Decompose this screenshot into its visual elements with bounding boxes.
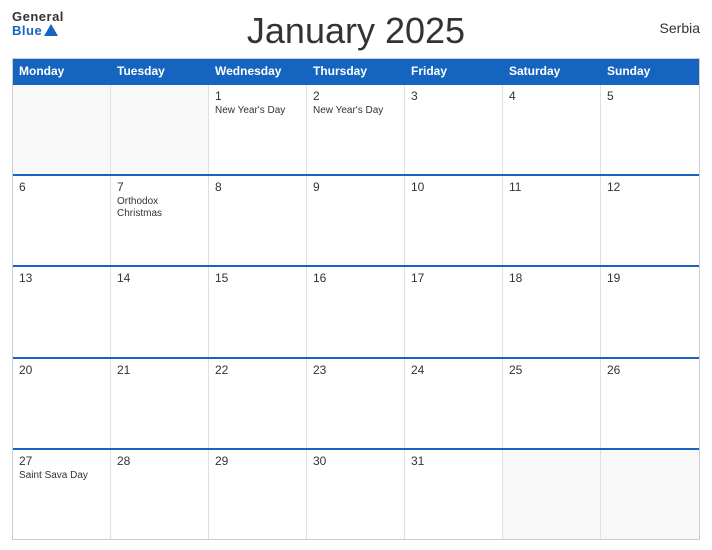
day-cell: 3 [405,85,503,174]
day-cell: 13 [13,267,111,356]
week-row-3: 13 14 15 16 17 18 19 [13,265,699,356]
logo: General Blue [12,10,64,39]
day-cell: 1 New Year's Day [209,85,307,174]
day-number: 14 [117,271,202,285]
day-number: 28 [117,454,202,468]
day-number: 19 [607,271,693,285]
day-cell: 15 [209,267,307,356]
day-cell: 12 [601,176,699,265]
day-cell: 4 [503,85,601,174]
day-header-wednesday: Wednesday [209,59,307,83]
page-title: January 2025 [247,10,465,52]
holiday-label: New Year's Day [215,105,300,117]
calendar-grid: MondayTuesdayWednesdayThursdayFridaySatu… [12,58,700,540]
calendar-container: General Blue January 2025 Serbia MondayT… [0,0,712,550]
day-cell: 25 [503,359,601,448]
day-cell: 6 [13,176,111,265]
day-cell: 28 [111,450,209,539]
day-number: 26 [607,363,693,377]
day-number: 17 [411,271,496,285]
day-cell: 26 [601,359,699,448]
day-cell: 10 [405,176,503,265]
day-cell [111,85,209,174]
week-row-4: 20 21 22 23 24 25 26 [13,357,699,448]
day-header-friday: Friday [405,59,503,83]
day-cell: 21 [111,359,209,448]
week-row-1: 1 New Year's Day 2 New Year's Day 345 [13,83,699,174]
day-number: 24 [411,363,496,377]
day-header-monday: Monday [13,59,111,83]
day-number: 11 [509,180,594,194]
day-cell: 23 [307,359,405,448]
day-number: 8 [215,180,300,194]
day-number: 4 [509,89,594,103]
day-number: 27 [19,454,104,468]
day-number: 3 [411,89,496,103]
day-number: 21 [117,363,202,377]
day-number: 1 [215,89,300,103]
day-number: 10 [411,180,496,194]
day-number: 6 [19,180,104,194]
day-cell: 18 [503,267,601,356]
day-number: 2 [313,89,398,103]
day-number: 16 [313,271,398,285]
day-header-thursday: Thursday [307,59,405,83]
day-number: 15 [215,271,300,285]
day-cell: 14 [111,267,209,356]
day-headers: MondayTuesdayWednesdayThursdayFridaySatu… [13,59,699,83]
day-cell: 16 [307,267,405,356]
day-cell: 8 [209,176,307,265]
day-header-tuesday: Tuesday [111,59,209,83]
day-cell: 9 [307,176,405,265]
day-number: 9 [313,180,398,194]
day-number: 29 [215,454,300,468]
day-number: 25 [509,363,594,377]
day-number: 31 [411,454,496,468]
day-number: 13 [19,271,104,285]
calendar-header: General Blue January 2025 Serbia [12,10,700,52]
day-number: 18 [509,271,594,285]
day-cell [13,85,111,174]
country-label: Serbia [660,20,700,36]
logo-triangle-icon [44,24,58,36]
day-number: 12 [607,180,693,194]
day-cell: 31 [405,450,503,539]
day-cell: 7 Orthodox Christmas [111,176,209,265]
day-cell [601,450,699,539]
day-number: 30 [313,454,398,468]
day-number: 22 [215,363,300,377]
day-cell: 5 [601,85,699,174]
day-cell: 30 [307,450,405,539]
day-number: 23 [313,363,398,377]
day-cell: 11 [503,176,601,265]
week-row-5: 27 Saint Sava Day 28 29 30 31 [13,448,699,539]
day-number: 20 [19,363,104,377]
day-cell: 17 [405,267,503,356]
holiday-label: Orthodox Christmas [117,196,202,220]
holiday-label: New Year's Day [313,105,398,117]
week-row-2: 67 Orthodox Christmas 89 10 11 12 [13,174,699,265]
day-cell: 24 [405,359,503,448]
day-cell [503,450,601,539]
day-header-sunday: Sunday [601,59,699,83]
day-number: 5 [607,89,693,103]
day-cell: 27 Saint Sava Day [13,450,111,539]
holiday-label: Saint Sava Day [19,470,104,482]
logo-blue-text: Blue [12,24,42,38]
day-header-saturday: Saturday [503,59,601,83]
day-cell: 22 [209,359,307,448]
logo-general-text: General [12,10,64,24]
weeks-container: 1 New Year's Day 2 New Year's Day 345 67 Ortho… [13,83,699,539]
day-cell: 19 [601,267,699,356]
day-cell: 2 New Year's Day [307,85,405,174]
day-cell: 20 [13,359,111,448]
day-cell: 29 [209,450,307,539]
day-number: 7 [117,180,202,194]
